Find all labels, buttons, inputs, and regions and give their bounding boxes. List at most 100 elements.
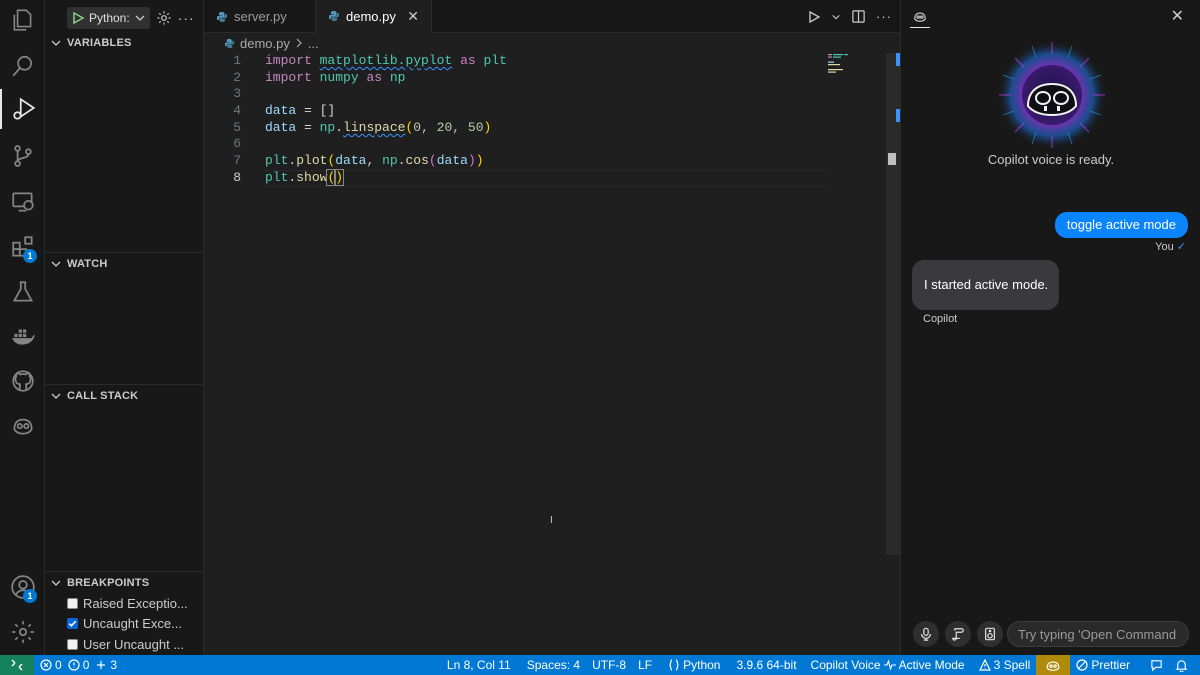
remote-icon bbox=[11, 659, 23, 671]
call-stack-title: CALL STACK bbox=[67, 390, 139, 402]
tab-demo-py[interactable]: demo.py ✕ bbox=[316, 0, 432, 33]
warning-triangle-icon bbox=[978, 659, 991, 671]
python-file-icon bbox=[329, 11, 339, 21]
breakpoint-checkbox[interactable] bbox=[67, 638, 78, 650]
chevron-down-icon bbox=[51, 40, 61, 46]
run-config-select[interactable]: Python: bbox=[67, 6, 150, 29]
tab-server-py[interactable]: server.py bbox=[204, 0, 316, 33]
extensions-icon[interactable]: 1 bbox=[0, 227, 45, 267]
indentation-status[interactable]: Spaces: 4 bbox=[521, 655, 586, 675]
chevron-down-icon bbox=[51, 393, 61, 399]
run-config-label: Python: bbox=[89, 10, 130, 25]
testing-icon[interactable] bbox=[0, 272, 45, 312]
github-icon[interactable] bbox=[0, 361, 45, 401]
chevron-down-icon[interactable] bbox=[831, 12, 841, 22]
copilot-status-text: Copilot voice is ready. bbox=[987, 152, 1115, 167]
spell-check-status[interactable]: 3 Spell bbox=[973, 655, 1037, 675]
line-number: 2 bbox=[233, 69, 241, 85]
copilot-icon[interactable] bbox=[0, 405, 45, 445]
language-mode[interactable]: Python bbox=[662, 655, 726, 675]
microphone-button[interactable] bbox=[913, 621, 939, 647]
breakpoint-item[interactable]: Raised Exceptio... bbox=[67, 593, 188, 613]
breadcrumb-file[interactable]: demo.py bbox=[240, 36, 290, 51]
speaker-icon bbox=[985, 627, 995, 641]
read-check-icon: ✓ bbox=[1176, 241, 1186, 253]
command-input[interactable] bbox=[1007, 621, 1189, 647]
minimap[interactable] bbox=[828, 53, 888, 73]
script-icon bbox=[952, 628, 964, 641]
activity-bar: 1 1 bbox=[0, 0, 45, 655]
code-line: 1 import matplotlib.pyplot as plt bbox=[204, 53, 894, 70]
python-file-icon bbox=[224, 38, 235, 48]
line-number: 7 bbox=[233, 153, 241, 169]
breadcrumb: demo.py ... bbox=[204, 33, 900, 53]
python-interpreter[interactable]: 3.9.6 64-bit bbox=[730, 655, 802, 675]
watch-title: WATCH bbox=[67, 258, 108, 270]
status-bar: 0 0 3 Ln 8, Col 11 Spaces: 4 UTF-8 LF Py… bbox=[0, 655, 1200, 675]
more-actions-icon[interactable]: ··· bbox=[876, 9, 892, 24]
start-debugging-icon[interactable] bbox=[71, 11, 85, 25]
breakpoints-section-header[interactable]: BREAKPOINTS bbox=[45, 572, 203, 594]
line-number: 5 bbox=[233, 119, 241, 135]
warning-icon bbox=[68, 659, 80, 671]
close-panel-icon[interactable]: ✕ bbox=[1171, 6, 1184, 26]
breadcrumb-symbol[interactable]: ... bbox=[308, 36, 319, 51]
run-python-file-icon[interactable] bbox=[807, 10, 821, 24]
warning-count: 0 bbox=[82, 658, 90, 672]
watch-section-header[interactable]: WATCH bbox=[45, 253, 203, 275]
source-control-icon[interactable] bbox=[0, 136, 45, 176]
encoding-status[interactable]: UTF-8 bbox=[586, 655, 632, 675]
code-line: 5 data = np.linspace(0, 20, 50) bbox=[204, 120, 894, 137]
copilot-voice-tab[interactable] bbox=[910, 6, 930, 28]
prettier-status[interactable]: Prettier bbox=[1070, 655, 1136, 675]
code-editor[interactable]: 1 import matplotlib.pyplot as plt 2 import… bbox=[204, 53, 894, 187]
editor-actions: ··· bbox=[807, 0, 892, 33]
notifications-bell-icon[interactable] bbox=[1169, 655, 1194, 675]
more-actions-icon[interactable]: ··· bbox=[178, 10, 195, 26]
search-icon[interactable] bbox=[0, 46, 45, 86]
line-number: 1 bbox=[233, 53, 241, 68]
checkmark-icon bbox=[68, 620, 77, 627]
manage-gear-icon[interactable] bbox=[0, 612, 45, 652]
variables-section-header[interactable]: VARIABLES bbox=[45, 32, 203, 54]
chevron-down-icon bbox=[51, 261, 61, 267]
breakpoint-item[interactable]: User Uncaught ... bbox=[67, 634, 184, 654]
script-button[interactable] bbox=[945, 621, 971, 647]
feedback-icon[interactable] bbox=[1144, 655, 1169, 675]
editor-scrollbar[interactable] bbox=[886, 53, 900, 555]
eol-status[interactable]: LF bbox=[632, 655, 658, 675]
remote-indicator[interactable] bbox=[0, 655, 34, 675]
code-line: 3 bbox=[204, 86, 894, 103]
explorer-icon[interactable] bbox=[0, 0, 45, 40]
copilot-message-bubble: I started active mode. bbox=[912, 260, 1059, 310]
run-debug-icon[interactable] bbox=[0, 89, 45, 129]
accounts-badge: 1 bbox=[23, 589, 37, 603]
split-editor-icon[interactable] bbox=[851, 9, 866, 24]
remote-explorer-icon[interactable] bbox=[0, 182, 45, 222]
problems-status[interactable]: 0 0 3 bbox=[34, 655, 123, 675]
line-number: 4 bbox=[233, 103, 241, 119]
accounts-icon[interactable]: 1 bbox=[0, 567, 45, 607]
code-line-current: 8 plt.show() bbox=[204, 168, 894, 187]
copilot-icon bbox=[914, 12, 926, 22]
breakpoint-checkbox[interactable] bbox=[67, 597, 78, 609]
tab-label: demo.py bbox=[346, 8, 396, 24]
breakpoint-checkbox[interactable] bbox=[67, 617, 78, 629]
breakpoints-title: BREAKPOINTS bbox=[67, 577, 150, 589]
mouse-ibeam-cursor: I bbox=[550, 515, 553, 526]
copilot-status[interactable] bbox=[1036, 655, 1071, 675]
line-number: 3 bbox=[233, 86, 241, 102]
braces-icon bbox=[669, 659, 679, 671]
close-tab-icon[interactable]: ✕ bbox=[407, 8, 419, 25]
user-message-sender: You ✓ bbox=[1155, 241, 1186, 253]
breakpoint-item[interactable]: Uncaught Exce... bbox=[67, 613, 182, 633]
cursor-position[interactable]: Ln 8, Col 11 bbox=[441, 655, 517, 675]
tab-label: server.py bbox=[234, 9, 287, 24]
call-stack-section-header[interactable]: CALL STACK bbox=[45, 385, 203, 407]
debug-settings-gear-icon[interactable] bbox=[156, 10, 172, 26]
copilot-voice-status[interactable]: Copilot Voice Active Mode bbox=[805, 655, 971, 675]
ports-icon bbox=[97, 661, 106, 669]
docker-icon[interactable] bbox=[0, 316, 45, 356]
copilot-voice-orb-icon bbox=[997, 40, 1107, 150]
speaker-button[interactable] bbox=[977, 621, 1003, 647]
